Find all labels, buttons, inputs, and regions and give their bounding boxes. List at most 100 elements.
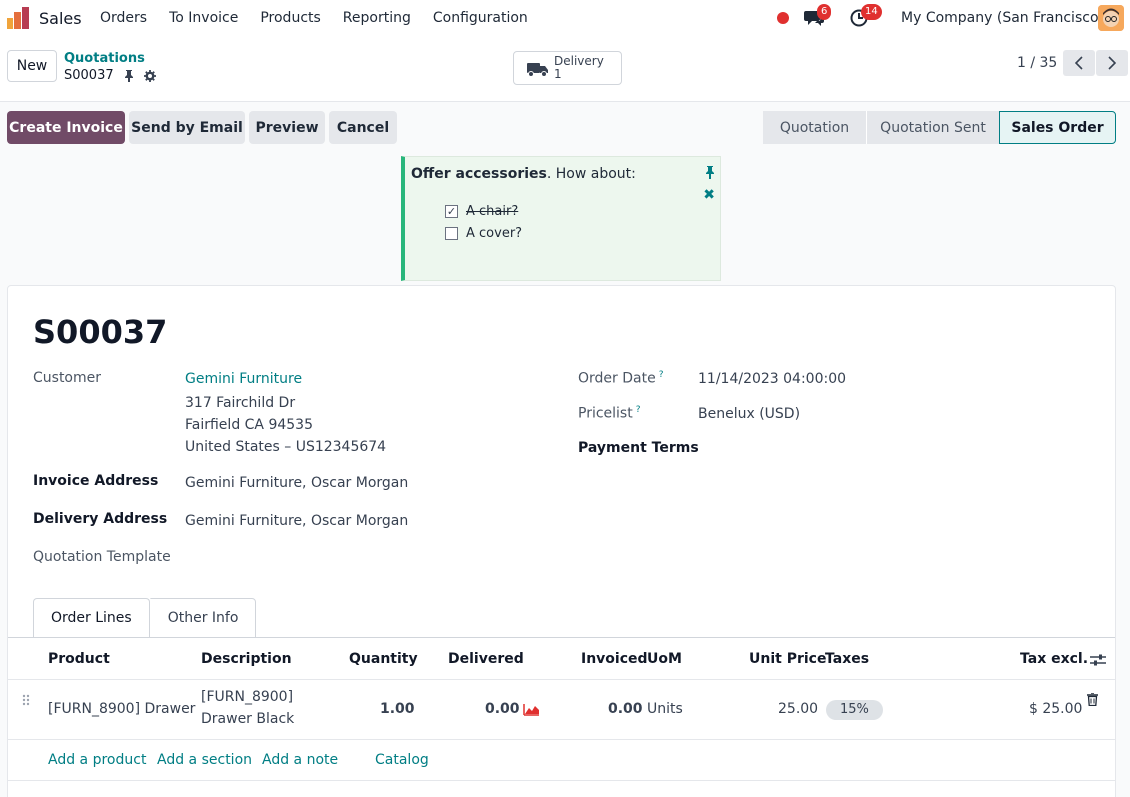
activity-count-badge: 14 [861, 4, 882, 20]
create-invoice-button[interactable]: Create Invoice [7, 111, 125, 144]
note-item-cover[interactable]: A cover? [445, 226, 522, 241]
drag-handle-icon[interactable] [22, 694, 30, 706]
company-switcher[interactable]: My Company (San Francisco) [901, 10, 1104, 26]
trash-icon[interactable] [1087, 693, 1098, 706]
col-product[interactable]: Product [48, 651, 110, 667]
customer-address-line: Fairfield CA 94535 [185, 417, 313, 433]
order-date-label-text: Order Date [578, 370, 656, 387]
pager-next-button[interactable] [1096, 50, 1128, 76]
cancel-button[interactable]: Cancel [329, 111, 397, 144]
note-item-label: A cover? [466, 226, 523, 241]
line-unit-price[interactable]: 25.00 [778, 701, 818, 717]
checkbox-checked[interactable]: ✓ [445, 205, 458, 218]
status-quotation-sent[interactable]: Quotation Sent [866, 111, 999, 144]
line-description-name[interactable]: Drawer Black [201, 711, 294, 727]
add-product-link[interactable]: Add a product [48, 752, 146, 768]
status-quotation[interactable]: Quotation [763, 111, 866, 144]
status-bar: Quotation Quotation Sent Sales Order [763, 111, 1116, 144]
note-title: Offer accessories. How about: [411, 166, 636, 182]
delivery-smart-label: Delivery 1 [554, 55, 604, 81]
col-taxes[interactable]: Taxes [825, 651, 869, 667]
pager-previous-button[interactable] [1063, 50, 1095, 76]
pricelist-field[interactable]: Benelux (USD) [698, 406, 800, 422]
help-tooltip-icon[interactable]: ? [659, 370, 664, 380]
menu-products[interactable]: Products [260, 10, 320, 26]
chevron-right-icon [1108, 56, 1116, 70]
breadcrumb-current: S00037 [64, 68, 156, 83]
breadcrumb-quotations[interactable]: Quotations [64, 51, 145, 66]
control-panel: New Quotations S00037 Delivery 1 1 / 35 [0, 36, 1130, 102]
note-pin-icon[interactable] [705, 166, 715, 179]
optional-columns-icon[interactable] [1090, 653, 1106, 667]
top-navbar: Sales Orders To Invoice Products Reporti… [0, 0, 1130, 36]
preview-button[interactable]: Preview [249, 111, 325, 144]
menu-to-invoice[interactable]: To Invoice [169, 10, 238, 26]
col-tax-excl[interactable]: Tax excl. [1020, 651, 1088, 667]
delivery-address-field[interactable]: Gemini Furniture, Oscar Morgan [185, 513, 408, 529]
form-sheet: S00037 Customer Gemini Furniture 317 Fai… [7, 285, 1116, 797]
customer-link[interactable]: Gemini Furniture [185, 371, 302, 387]
main-menu: Orders To Invoice Products Reporting Con… [100, 10, 528, 26]
chat-count-badge: 6 [817, 4, 832, 20]
line-product[interactable]: [FURN_8900] Drawer B [48, 701, 196, 717]
notebook-tabs: Order Lines Other Info [33, 598, 257, 638]
user-avatar[interactable] [1098, 5, 1124, 31]
tax-badge[interactable]: 15% [826, 700, 883, 720]
invoice-address-label: Invoice Address [33, 473, 159, 489]
pager-value[interactable]: 1 / 35 [1017, 55, 1057, 71]
line-description-ref[interactable]: [FURN_8900] [201, 689, 293, 705]
line-uom[interactable]: Units [647, 701, 683, 717]
add-note-link[interactable]: Add a note [262, 752, 338, 768]
tab-other-info[interactable]: Other Info [149, 598, 257, 638]
col-uom[interactable]: UoM [647, 651, 682, 667]
checkbox-unchecked[interactable] [445, 227, 458, 240]
accessories-note: Offer accessories. How about: ✖ ✓ A chai… [401, 156, 721, 281]
app-name[interactable]: Sales [39, 9, 82, 28]
line-invoiced[interactable]: 0.00 [608, 701, 643, 717]
record-name: S00037 [64, 68, 114, 83]
gear-icon[interactable] [143, 69, 156, 82]
truck-icon [527, 63, 548, 77]
delivery-count: 1 [554, 67, 562, 81]
order-lines-header: Product Description Quantity Delivered I… [8, 638, 1115, 680]
close-icon[interactable]: ✖ [703, 187, 715, 203]
area-chart-icon[interactable] [523, 703, 540, 716]
pricelist-label-text: Pricelist [578, 405, 633, 422]
send-by-email-button[interactable]: Send by Email [129, 111, 245, 144]
pin-icon[interactable] [124, 69, 134, 82]
invoice-address-field[interactable]: Gemini Furniture, Oscar Morgan [185, 475, 408, 491]
menu-reporting[interactable]: Reporting [343, 10, 411, 26]
quotation-template-label: Quotation Template [33, 549, 171, 565]
add-section-link[interactable]: Add a section [157, 752, 252, 768]
menu-orders[interactable]: Orders [100, 10, 147, 26]
status-dot-icon[interactable] [777, 12, 789, 24]
col-description[interactable]: Description [201, 651, 292, 667]
tab-order-lines[interactable]: Order Lines [33, 598, 150, 638]
help-tooltip-icon[interactable]: ? [636, 405, 641, 415]
order-date-label: Order Date? [578, 370, 663, 387]
menu-configuration[interactable]: Configuration [433, 10, 528, 26]
order-date-field[interactable]: 11/14/2023 04:00:00 [698, 371, 846, 387]
delivery-smart-button[interactable]: Delivery 1 [513, 51, 622, 85]
status-sales-order[interactable]: Sales Order [999, 111, 1116, 144]
col-quantity[interactable]: Quantity [349, 651, 418, 667]
new-button[interactable]: New [7, 50, 57, 82]
customer-label: Customer [33, 370, 102, 386]
line-quantity[interactable]: 1.00 [380, 701, 415, 717]
note-title-bold: Offer accessories [411, 166, 547, 182]
payment-terms-label: Payment Terms [578, 440, 699, 456]
col-delivered[interactable]: Delivered [448, 651, 524, 667]
note-title-rest: . How about: [546, 166, 636, 182]
note-item-chair[interactable]: ✓ A chair? [445, 204, 518, 219]
table-row[interactable]: [FURN_8900] Drawer B [FURN_8900] Drawer … [8, 680, 1115, 740]
col-unit-price[interactable]: Unit Price [749, 651, 826, 667]
add-line-row: Add a product Add a section Add a note C… [8, 740, 1115, 781]
customer-address-line: United States – US12345674 [185, 439, 387, 455]
col-invoiced[interactable]: Invoiced [581, 651, 648, 667]
pricelist-label: Pricelist? [578, 405, 641, 422]
sales-app-icon[interactable] [6, 6, 30, 30]
line-delivered[interactable]: 0.00 [485, 701, 520, 717]
catalog-link[interactable]: Catalog [375, 752, 429, 768]
customer-address-line: 317 Fairchild Dr [185, 395, 296, 411]
order-name: S00037 [33, 313, 168, 351]
